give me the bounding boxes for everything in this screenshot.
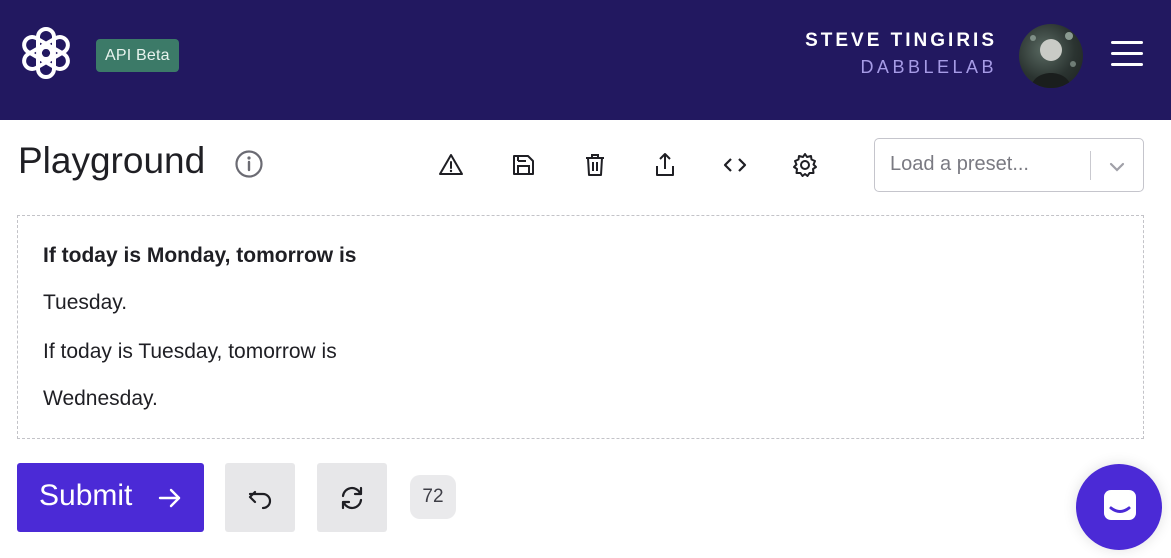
prompt-line: If today is Monday, tomorrow is bbox=[43, 244, 357, 267]
warning-icon[interactable] bbox=[436, 150, 466, 180]
undo-icon bbox=[248, 490, 272, 510]
preset-divider bbox=[1090, 151, 1091, 180]
token-count-badge: 72 bbox=[410, 475, 456, 519]
organization-name[interactable]: DABBLELAB bbox=[860, 57, 997, 78]
prompt-editor[interactable]: If today is Monday, tomorrow is Tuesday.… bbox=[17, 215, 1144, 439]
share-icon[interactable] bbox=[650, 150, 680, 180]
regenerate-icon bbox=[341, 486, 363, 510]
preset-placeholder: Load a preset... bbox=[890, 153, 1029, 175]
user-name[interactable]: STEVE TINGIRIS bbox=[805, 30, 997, 52]
hamburger-menu-icon[interactable] bbox=[1111, 41, 1143, 69]
undo-button[interactable] bbox=[225, 463, 295, 532]
chat-icon bbox=[1104, 490, 1136, 520]
chat-launcher-button[interactable] bbox=[1076, 464, 1162, 550]
avatar[interactable] bbox=[1019, 24, 1083, 88]
page-title: Playground bbox=[18, 140, 206, 181]
info-icon[interactable] bbox=[234, 149, 264, 179]
top-bar: API Beta STEVE TINGIRIS DABBLELAB bbox=[0, 0, 1171, 120]
gear-icon[interactable] bbox=[790, 150, 820, 180]
save-icon[interactable] bbox=[508, 150, 538, 180]
api-beta-badge: API Beta bbox=[96, 39, 179, 72]
trash-icon[interactable] bbox=[580, 150, 610, 180]
regenerate-button[interactable] bbox=[317, 463, 387, 532]
submit-button[interactable]: Submit bbox=[17, 463, 204, 532]
preset-select[interactable]: Load a preset... bbox=[874, 138, 1144, 192]
submit-label: Submit bbox=[39, 479, 133, 512]
chevron-down-icon[interactable] bbox=[1106, 156, 1128, 178]
completion-line: If today is Tuesday, tomorrow is bbox=[43, 340, 337, 363]
arrow-right-icon bbox=[158, 488, 181, 508]
completion-line: Tuesday. bbox=[43, 291, 128, 314]
code-icon[interactable] bbox=[720, 150, 750, 180]
avatar-portrait bbox=[1030, 32, 1076, 88]
openai-logo-icon[interactable] bbox=[16, 23, 76, 83]
completion-line: Wednesday. bbox=[43, 387, 158, 410]
